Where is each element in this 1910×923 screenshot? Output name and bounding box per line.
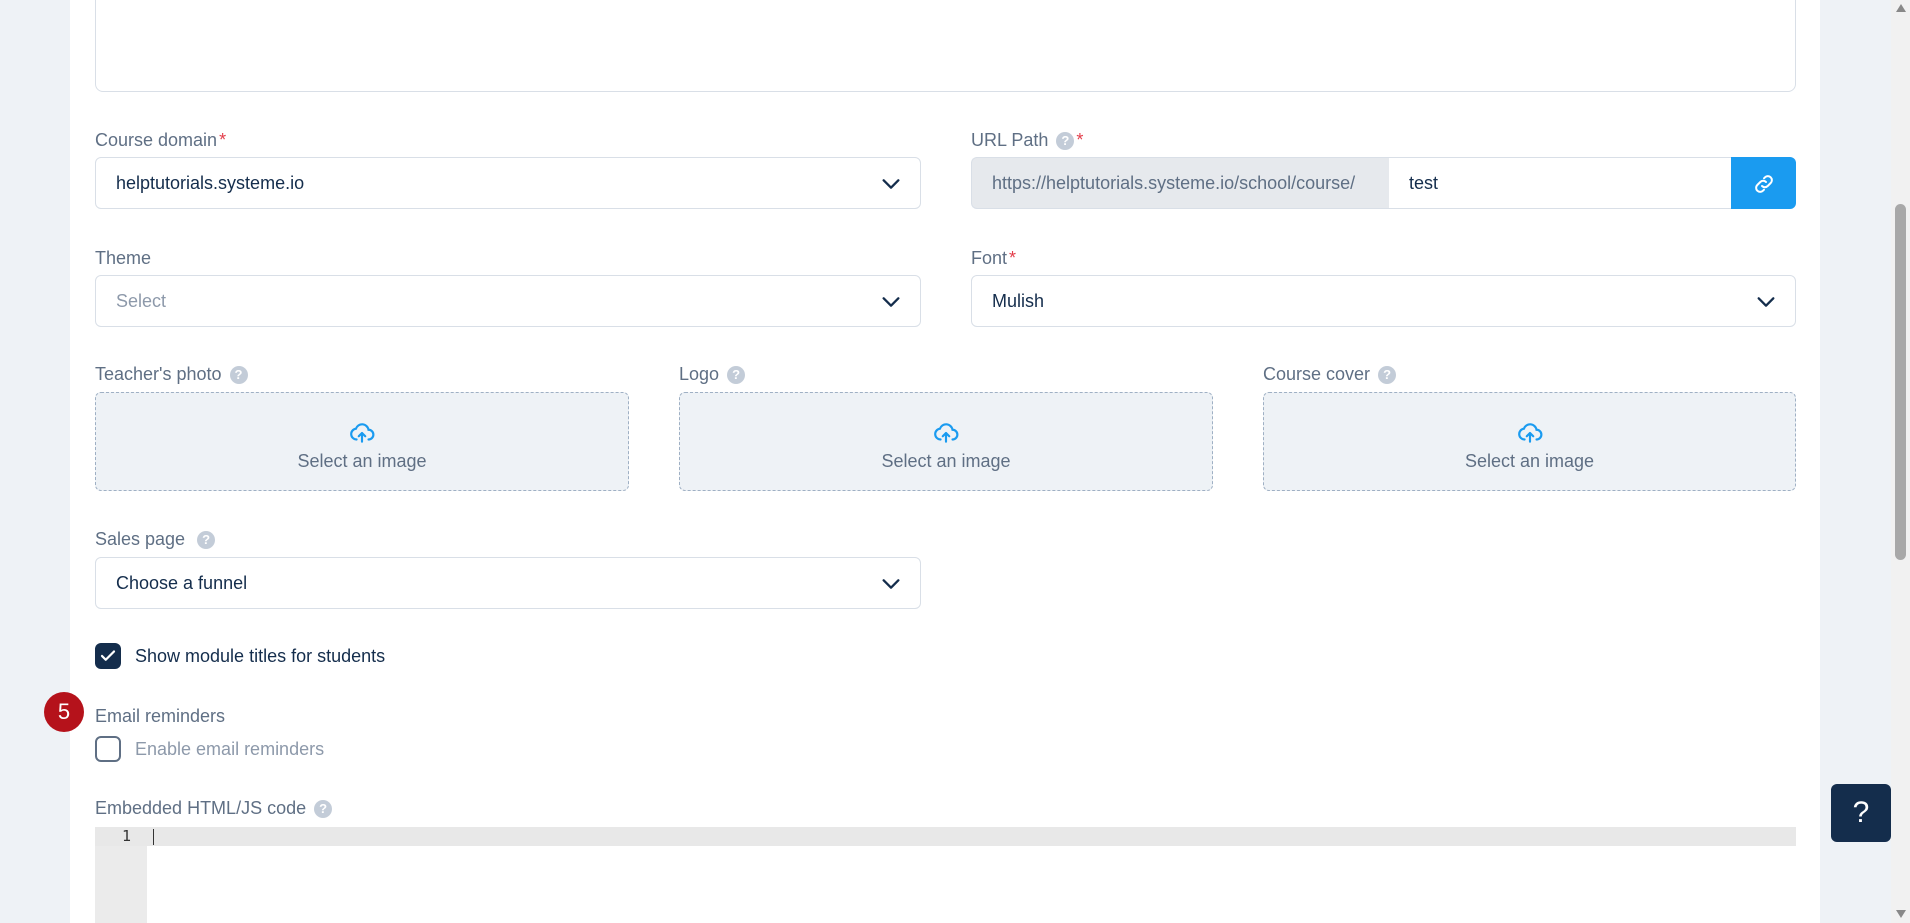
cloud-upload-icon	[1517, 423, 1542, 443]
theme-select[interactable]: Select	[95, 275, 921, 327]
scroll-down-arrow-icon[interactable]	[1896, 910, 1906, 918]
upload-text: Select an image	[297, 451, 427, 471]
course-domain-label: Course domain *	[95, 130, 227, 150]
chevron-down-icon	[882, 297, 900, 307]
required-mark: *	[219, 130, 227, 150]
cloud-upload-icon	[934, 423, 959, 443]
step-badge: 5	[44, 692, 84, 732]
code-editor[interactable]: 1	[95, 827, 1796, 923]
show-module-titles-checkbox[interactable]	[95, 643, 121, 669]
cloud-upload-icon	[350, 423, 375, 443]
url-slug-input[interactable]: test	[1389, 157, 1732, 209]
chevron-down-icon	[882, 179, 900, 189]
scrollbar[interactable]	[1891, 0, 1910, 923]
course-cover-label: Course cover?	[1263, 363, 1397, 385]
email-reminders-checkbox-label[interactable]: Enable email reminders	[135, 738, 324, 760]
course-settings-panel: Course domain * helptutorials.systeme.io …	[70, 0, 1820, 923]
required-mark: *	[1009, 248, 1017, 268]
email-reminders-checkbox[interactable]	[95, 736, 121, 762]
copy-link-button[interactable]	[1731, 157, 1796, 209]
description-textarea[interactable]	[95, 0, 1796, 92]
upload-text: Select an image	[881, 451, 1011, 471]
sales-page-select[interactable]: Choose a funnel	[95, 557, 921, 609]
line-number: 1	[121, 827, 131, 845]
help-widget-button[interactable]: ?	[1831, 784, 1891, 842]
course-domain-value: helptutorials.systeme.io	[116, 173, 305, 193]
help-icon[interactable]: ?	[229, 366, 248, 385]
logo-upload[interactable]: Select an image	[679, 392, 1213, 491]
help-icon[interactable]: ?	[314, 800, 333, 819]
chevron-down-icon	[882, 579, 900, 589]
help-icon[interactable]: ?	[1378, 366, 1397, 385]
course-domain-select[interactable]: helptutorials.systeme.io	[95, 157, 921, 209]
course-cover-upload[interactable]: Select an image	[1263, 392, 1796, 491]
sales-page-label: Sales page?	[95, 528, 216, 550]
help-icon[interactable]: ?	[1056, 132, 1075, 151]
logo-label: Logo?	[679, 363, 746, 385]
font-select[interactable]: Mulish	[971, 275, 1796, 327]
chevron-down-icon	[1757, 297, 1775, 307]
theme-placeholder: Select	[116, 291, 167, 311]
email-reminders-label: Email reminders	[95, 706, 226, 726]
teacher-photo-upload[interactable]: Select an image	[95, 392, 629, 491]
scrollbar-thumb[interactable]	[1895, 204, 1906, 560]
font-value: Mulish	[992, 291, 1045, 311]
sales-page-value: Choose a funnel	[116, 573, 248, 593]
help-icon[interactable]: ?	[197, 531, 216, 550]
active-line-highlight	[95, 827, 1796, 846]
theme-label: Theme	[95, 248, 152, 268]
font-label: Font *	[971, 248, 1017, 268]
scroll-up-arrow-icon[interactable]	[1896, 4, 1906, 12]
url-path-label: URL Path? *	[971, 130, 1084, 151]
url-prefix: https://helptutorials.systeme.io/school/…	[971, 157, 1389, 209]
checkmark-icon	[100, 650, 116, 661]
upload-text: Select an image	[1464, 451, 1595, 471]
required-mark: *	[1076, 130, 1084, 150]
teacher-photo-label: Teacher's photo?	[95, 363, 248, 385]
url-path-group: https://helptutorials.systeme.io/school/…	[971, 157, 1796, 209]
embedded-code-label: Embedded HTML/JS code?	[95, 797, 333, 819]
show-module-titles-label[interactable]: Show module titles for students	[135, 645, 385, 667]
text-cursor	[153, 829, 154, 845]
help-icon[interactable]: ?	[727, 366, 746, 385]
link-icon	[1755, 175, 1773, 193]
